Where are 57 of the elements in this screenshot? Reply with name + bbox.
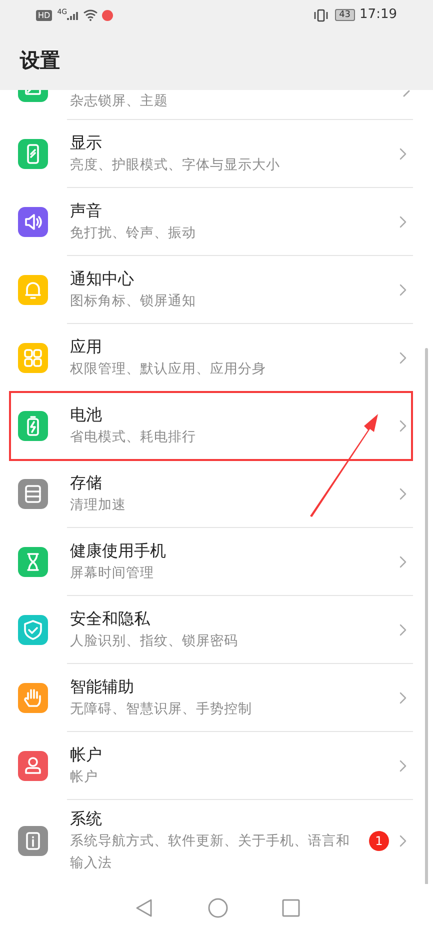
sound-icon [18,207,48,237]
settings-item[interactable]: 应用 权限管理、默认应用、应用分身 [0,324,433,392]
settings-item[interactable]: 安全和隐私 人脸识别、指纹、锁屏密码 [0,596,433,664]
item-subtitle: 图标角标、锁屏通知 [70,292,197,311]
shield-icon [18,615,48,645]
item-title: 健康使用手机 [70,540,167,562]
storage-icon [18,479,48,509]
item-subtitle: 免打扰、铃声、振动 [70,224,197,243]
item-title: 帐户 [70,744,103,766]
item-subtitle: 人脸识别、指纹、锁屏密码 [70,632,239,651]
home-icon[interactable] [206,897,228,919]
badge: 1 [369,831,389,851]
hand-icon [18,683,48,713]
battery-icon [18,411,48,441]
notification-icon [102,10,114,20]
theme-icon [18,90,48,102]
page-title: 设置 [20,47,60,74]
chevron-icon [403,90,410,97]
item-title: 存储 [70,472,103,494]
item-title: 电池 [70,404,103,426]
info-icon [18,826,48,856]
item-title: 安全和隐私 [70,608,151,630]
settings-item[interactable]: 存储 清理加速 [0,460,433,528]
item-title: 智能辅助 [70,676,135,698]
settings-item[interactable]: 智能辅助 无障碍、智慧识屏、手势控制 [0,664,433,732]
person-icon [18,751,48,781]
item-subtitle: 系统导航方式、软件更新、关于手机、语言和输入法 [70,832,351,873]
item-subtitle: 屏幕时间管理 [70,564,155,583]
display-icon [18,139,48,169]
settings-item[interactable]: 通知中心 图标角标、锁屏通知 [0,256,433,324]
item-subtitle: 杂志锁屏、主题 [70,92,169,111]
bell-icon [18,275,48,305]
item-title: 系统 [70,808,103,830]
settings-item[interactable]: 健康使用手机 屏幕时间管理 [0,528,433,596]
item-subtitle: 亮度、护眼模式、字体与显示大小 [70,156,281,175]
item-title: 应用 [70,336,103,358]
item-subtitle: 无障碍、智慧识屏、手势控制 [70,700,253,719]
hd-indicator: HD [36,10,52,20]
item-subtitle: 帐户 [70,768,99,787]
battery-indicator: 43 [335,9,355,21]
item-subtitle: 清理加速 [70,496,127,515]
item-subtitle: 权限管理、默认应用、应用分身 [70,360,267,379]
apps-icon [18,343,48,373]
hourglass-icon [18,547,48,577]
settings-item[interactable]: 系统 系统导航方式、软件更新、关于手机、语言和输入法 1 [0,800,433,882]
recents-icon[interactable] [280,898,300,918]
settings-item[interactable]: 电池 省电模式、耗电排行 [0,392,433,460]
settings-item[interactable]: 显示 亮度、护眼模式、字体与显示大小 [0,120,433,188]
item-title: 声音 [70,200,103,222]
settings-item[interactable]: 帐户 帐户 [0,732,433,800]
item-title: 通知中心 [70,268,135,290]
vibrate-icon [313,8,330,22]
settings-item[interactable]: 声音 免打扰、铃声、振动 [0,188,433,256]
wifi-icon [83,9,98,21]
clock: 17:19 [360,6,397,24]
item-subtitle: 省电模式、耗电排行 [70,428,197,447]
item-title: 显示 [70,132,103,154]
